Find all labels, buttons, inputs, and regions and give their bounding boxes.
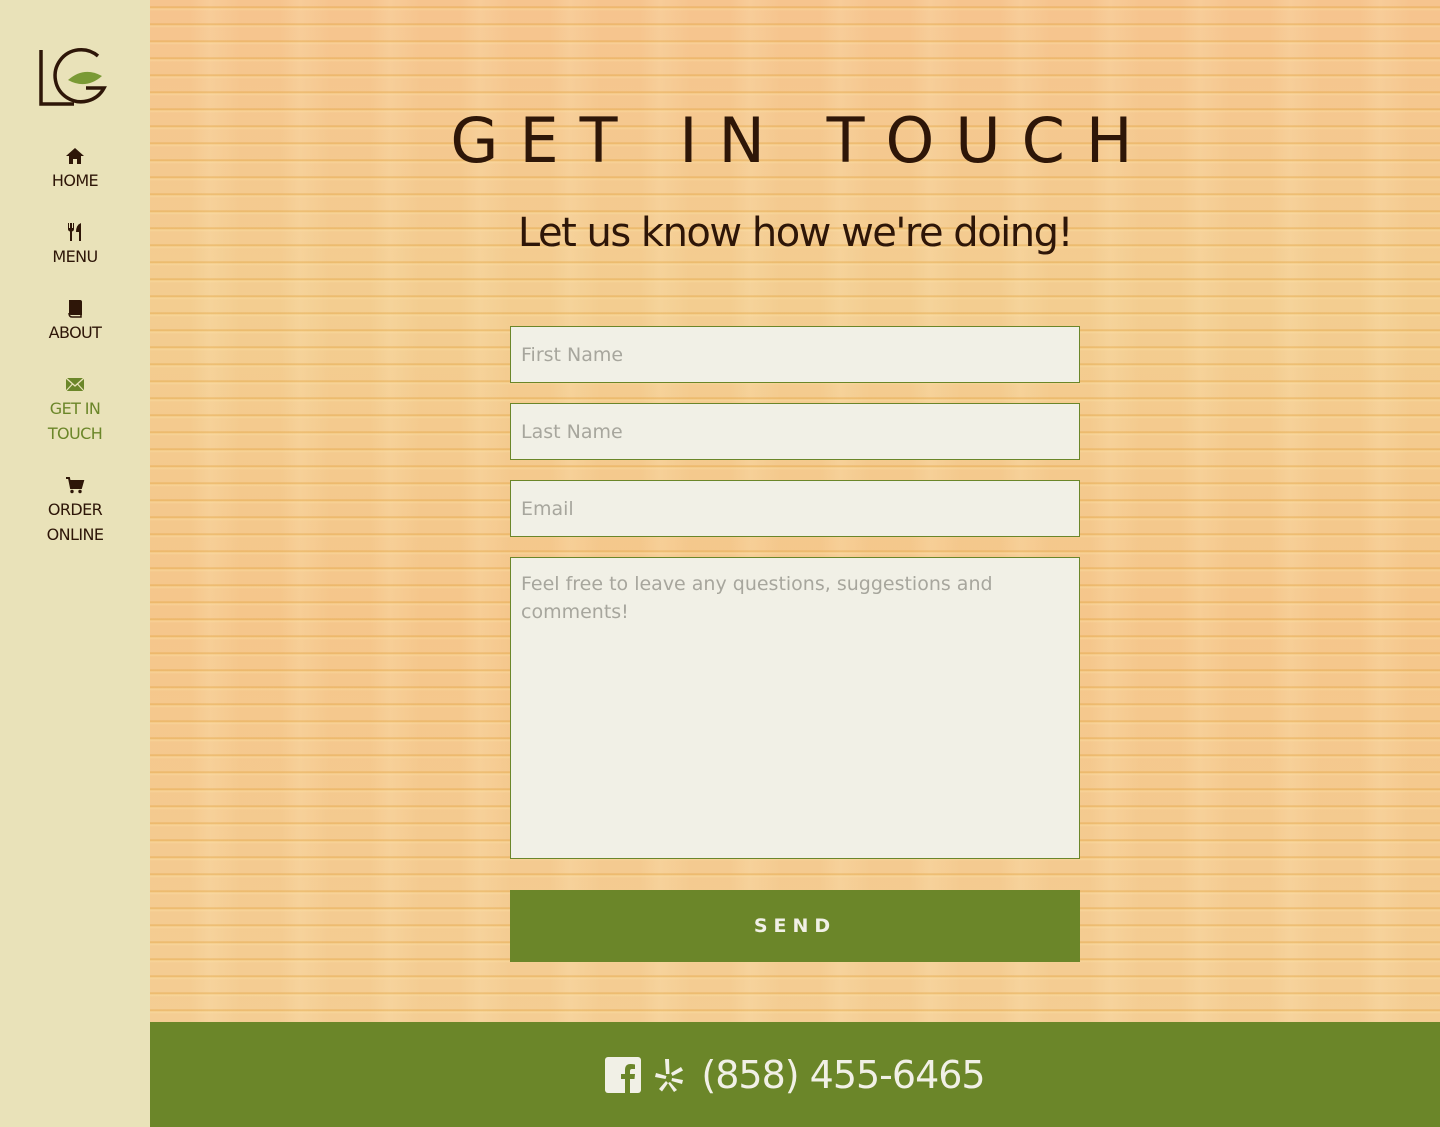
envelope-icon bbox=[65, 377, 85, 392]
sidebar-item-label: MENU bbox=[52, 247, 98, 266]
utensils-icon bbox=[68, 223, 81, 241]
sidebar: HOME MENU ABOUT GET IN TOUCH ORDER ONLIN… bbox=[0, 0, 150, 1127]
send-button[interactable]: SEND bbox=[510, 890, 1080, 962]
sidebar-item-home[interactable]: HOME bbox=[0, 146, 150, 193]
facebook-icon[interactable] bbox=[605, 1056, 642, 1093]
cart-icon bbox=[66, 477, 85, 494]
page-title: GET IN TOUCH bbox=[450, 104, 1154, 177]
page-subtitle: Let us know how we're doing! bbox=[517, 210, 1074, 256]
sidebar-item-label: ORDER bbox=[47, 500, 103, 519]
sidebar-item-about[interactable]: ABOUT bbox=[0, 298, 150, 345]
first-name-input[interactable] bbox=[510, 326, 1080, 383]
email-input[interactable] bbox=[510, 480, 1080, 537]
sidebar-item-order-online[interactable]: ORDER ONLINE bbox=[0, 475, 150, 547]
sidebar-item-get-in-touch[interactable]: GET IN TOUCH bbox=[0, 374, 150, 446]
contact-section: GET IN TOUCH Let us know how we're doing… bbox=[150, 0, 1440, 1022]
book-icon bbox=[68, 300, 82, 318]
sidebar-item-label: GET IN bbox=[49, 399, 101, 418]
phone-number[interactable]: (858) 455-6465 bbox=[701, 1053, 985, 1097]
footer-contact: (858) 455-6465 bbox=[150, 1022, 1440, 1127]
sidebar-item-label: HOME bbox=[51, 171, 99, 190]
message-textarea[interactable] bbox=[510, 557, 1080, 859]
sidebar-item-label: ABOUT bbox=[48, 323, 102, 342]
sidebar-item-menu[interactable]: MENU bbox=[0, 222, 150, 269]
sidebar-item-label: TOUCH bbox=[47, 424, 103, 443]
footer: (858) 455-6465 bbox=[150, 1022, 1440, 1127]
home-icon bbox=[66, 148, 84, 164]
logo-icon[interactable] bbox=[36, 44, 112, 110]
yelp-icon[interactable] bbox=[651, 1057, 687, 1093]
last-name-input[interactable] bbox=[510, 403, 1080, 460]
sidebar-item-label: ONLINE bbox=[46, 525, 104, 544]
